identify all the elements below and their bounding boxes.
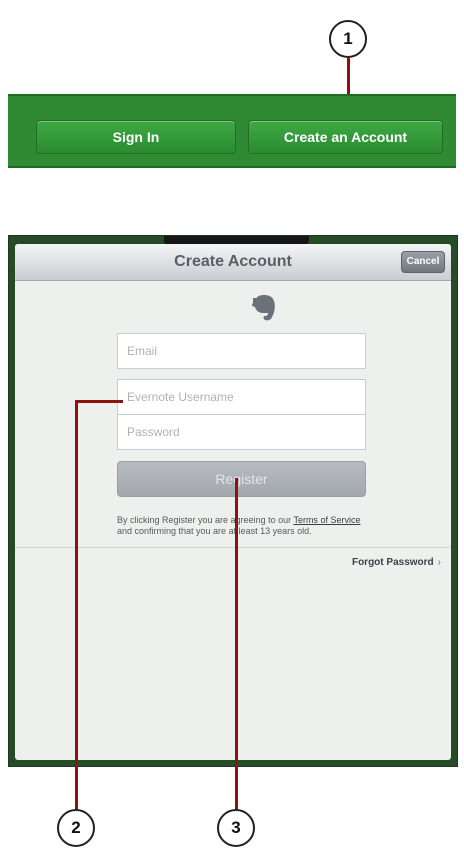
terms-line1: By clicking Register you are agreeing to… [117,515,294,525]
create-account-dialog: Create Account Cancel Email Evernote Use… [15,244,451,760]
callout-3-leader [235,478,238,810]
callout-3: 3 [217,809,255,847]
forgot-password-link[interactable]: Forgot Password › [352,557,441,568]
create-account-button[interactable]: Create an Account [248,120,443,154]
evernote-elephant-icon [252,295,275,321]
forgot-password-label: Forgot Password [351,557,434,568]
divider [15,547,451,548]
username-field[interactable]: Evernote Username [117,379,366,415]
dialog-title: Create Account [174,253,292,270]
terms-line2: and confirming that you are at least 13 … [117,526,312,536]
account-toolbar: Sign In Create an Account [8,94,456,168]
password-field[interactable]: Password [117,414,366,450]
callout-1: 1 [329,20,367,58]
sign-in-button[interactable]: Sign In [36,120,236,154]
chevron-right-icon: › [437,557,441,568]
callout-2-leader-h [75,400,123,403]
email-field[interactable]: Email [117,333,366,369]
terms-text: By clicking Register you are agreeing to… [117,515,377,537]
register-button[interactable]: Register [117,461,366,497]
callout-2-leader-v [75,400,78,810]
dialog-navbar: Create Account Cancel [15,244,451,281]
terms-of-service-link[interactable]: Terms of Service [293,515,360,525]
callout-2: 2 [57,809,95,847]
cancel-button[interactable]: Cancel [401,251,445,273]
